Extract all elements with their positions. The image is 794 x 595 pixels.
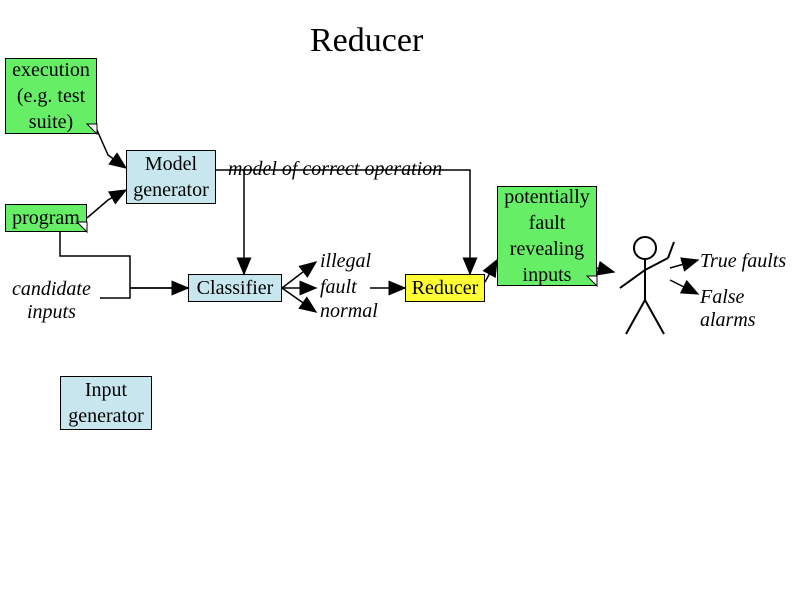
diagram-title: Reducer [310, 22, 423, 60]
model-correct-label: model of correct operation [228, 158, 442, 181]
normal-label: normal [320, 300, 378, 323]
model-generator-box: Model generator [126, 150, 216, 204]
classifier-box: Classifier [188, 274, 282, 302]
false-alarms-label: False alarms [700, 286, 794, 332]
execution-box: execution (e.g. test suite) [5, 58, 97, 134]
true-faults-label: True faults [700, 250, 786, 273]
reducer-box: Reducer [405, 274, 485, 302]
fault-label: fault [320, 276, 357, 299]
potentially-box: potentially fault revealing inputs [497, 186, 597, 286]
stick-figure-icon [610, 234, 690, 344]
program-box: program [5, 204, 87, 232]
candidate-inputs-label: candidate inputs [12, 278, 91, 324]
input-generator-box: Input generator [60, 376, 152, 430]
illegal-label: illegal [320, 250, 371, 273]
